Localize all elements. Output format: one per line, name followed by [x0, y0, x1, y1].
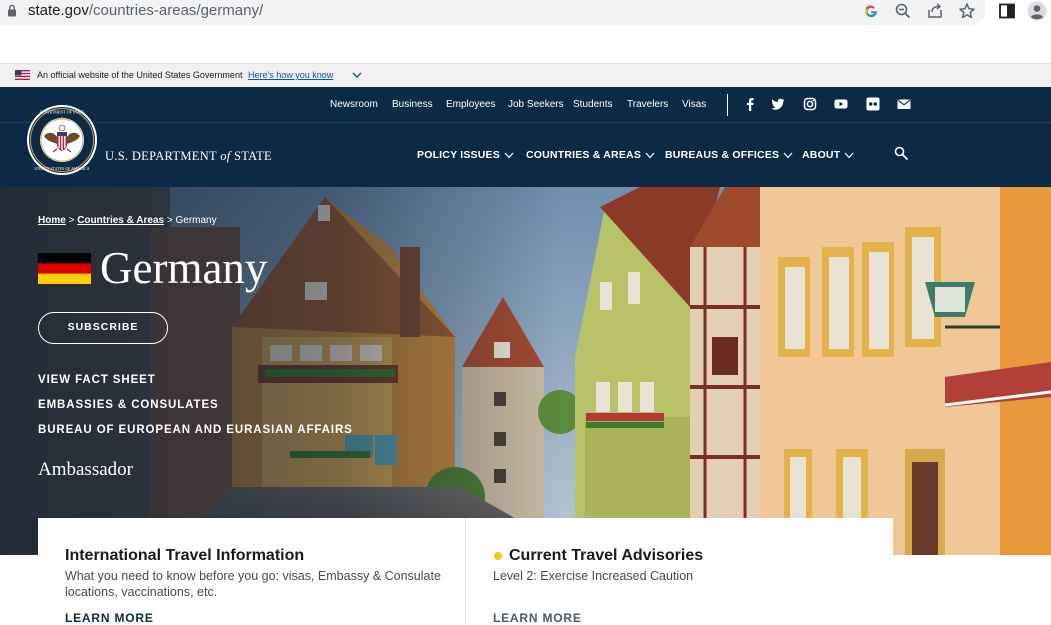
svg-text:UNITED STATES OF AMERICA: UNITED STATES OF AMERICA: [34, 166, 89, 171]
google-lens-icon[interactable]: [862, 2, 880, 20]
nav-bureaus-offices[interactable]: BUREAUS & OFFICES: [665, 149, 793, 161]
email-icon[interactable]: [897, 97, 911, 111]
bureau-european-eurasian-link[interactable]: BUREAU OF EUROPEAN AND EURASIAN AFFAIRS: [38, 424, 353, 436]
side-panel-icon[interactable]: [997, 1, 1017, 21]
dept-name-of: of: [220, 149, 231, 163]
svg-text:DEPARTMENT OF STATE: DEPARTMENT OF STATE: [39, 110, 85, 115]
util-link-newsroom[interactable]: Newsroom: [330, 99, 378, 110]
chevron-down-icon[interactable]: [352, 71, 362, 79]
nav-about[interactable]: ABOUT: [802, 149, 854, 161]
card-description: Level 2: Exercise Increased Caution: [493, 569, 694, 583]
view-fact-sheet-link[interactable]: VIEW FACT SHEET: [38, 374, 156, 386]
share-icon[interactable]: [926, 2, 944, 20]
breadcrumb-home[interactable]: Home: [38, 215, 66, 226]
browser-toolbar: state.gov/countries-areas/germany/: [0, 0, 1051, 62]
instagram-icon[interactable]: [803, 97, 817, 111]
youtube-icon[interactable]: [834, 97, 848, 111]
breadcrumb-separator: >: [68, 215, 75, 226]
gov-banner-statement: An official website of the United States…: [37, 70, 243, 80]
util-link-visas[interactable]: Visas: [682, 99, 706, 110]
advisory-level-dot: [494, 552, 502, 560]
chevron-down-icon: [783, 152, 793, 159]
hero-section: Home > Countries & Areas > Germany Germa…: [0, 187, 1051, 555]
flickr-icon[interactable]: [866, 97, 880, 111]
breadcrumb-current: Germany: [175, 215, 217, 226]
gov-banner-text: An official website of the United States…: [37, 70, 333, 80]
breadcrumb: Home > Countries & Areas > Germany: [38, 215, 217, 226]
nav-policy-issues[interactable]: POLICY ISSUES: [417, 149, 514, 161]
travel-advisory-card: Current Travel Advisories Level 2: Exerc…: [465, 518, 893, 625]
search-icon[interactable]: [894, 146, 909, 161]
site-header: Newsroom Business Employees Job Seekers …: [0, 87, 1051, 187]
chevron-down-icon: [504, 152, 514, 159]
heres-how-you-know-link[interactable]: Here's how you know: [248, 70, 333, 80]
util-link-students[interactable]: Students: [573, 99, 612, 110]
learn-more-link[interactable]: LEARN MORE: [65, 611, 154, 625]
chevron-down-icon: [645, 152, 655, 159]
us-flag-icon: [15, 70, 30, 80]
card-title[interactable]: International Travel Information: [65, 547, 304, 565]
util-link-employees[interactable]: Employees: [446, 99, 495, 110]
nav-countries-areas[interactable]: COUNTRIES & AREAS: [526, 149, 655, 161]
utility-nav: Newsroom Business Employees Job Seekers …: [0, 87, 1051, 123]
facebook-icon[interactable]: [743, 97, 757, 111]
germany-flag-icon: [38, 253, 91, 284]
ambassador-heading: Ambassador: [38, 459, 133, 480]
lock-icon[interactable]: [7, 4, 17, 17]
card-title[interactable]: Current Travel Advisories: [509, 547, 703, 565]
url-text[interactable]: state.gov/countries-areas/germany/: [28, 2, 263, 19]
utility-divider: [727, 94, 728, 116]
url-domain: state.gov: [28, 2, 89, 19]
address-bar[interactable]: state.gov/countries-areas/germany/: [0, 0, 985, 25]
chevron-down-icon: [844, 152, 854, 159]
nav-policy-issues-label: POLICY ISSUES: [417, 149, 500, 161]
zoom-out-icon[interactable]: [894, 2, 912, 20]
department-name[interactable]: U.S. DEPARTMENT of STATE: [105, 149, 272, 164]
nav-about-label: ABOUT: [802, 149, 841, 161]
nav-bureaus-offices-label: BUREAUS & OFFICES: [665, 149, 780, 161]
card-description: What you need to know before you go: vis…: [65, 569, 441, 599]
dept-name-suffix: STATE: [233, 149, 272, 163]
breadcrumb-countries-areas[interactable]: Countries & Areas: [77, 215, 164, 226]
travel-info-card: International Travel Information What yo…: [38, 518, 465, 625]
bookmark-star-icon[interactable]: [958, 2, 976, 20]
learn-more-link[interactable]: LEARN MORE: [493, 611, 582, 625]
embassies-consulates-link[interactable]: EMBASSIES & CONSULATES: [38, 399, 219, 411]
hero-overlay: [0, 187, 560, 555]
url-path: /countries-areas/germany/: [88, 2, 264, 19]
util-link-job-seekers[interactable]: Job Seekers: [508, 99, 564, 110]
department-seal-logo[interactable]: DEPARTMENT OF STATE UNITED STATES OF AME…: [26, 104, 98, 176]
util-link-business[interactable]: Business: [392, 99, 433, 110]
official-gov-banner: An official website of the United States…: [0, 63, 1051, 87]
profile-avatar-icon[interactable]: [1027, 1, 1047, 21]
breadcrumb-separator: >: [166, 215, 173, 226]
dept-name-prefix: U.S. DEPARTMENT: [105, 149, 217, 163]
nav-countries-areas-label: COUNTRIES & AREAS: [526, 149, 642, 161]
subscribe-button[interactable]: SUBSCRIBE: [38, 312, 168, 344]
twitter-icon[interactable]: [771, 97, 785, 111]
util-link-travelers[interactable]: Travelers: [627, 99, 668, 110]
page-title: Germany: [100, 243, 268, 293]
